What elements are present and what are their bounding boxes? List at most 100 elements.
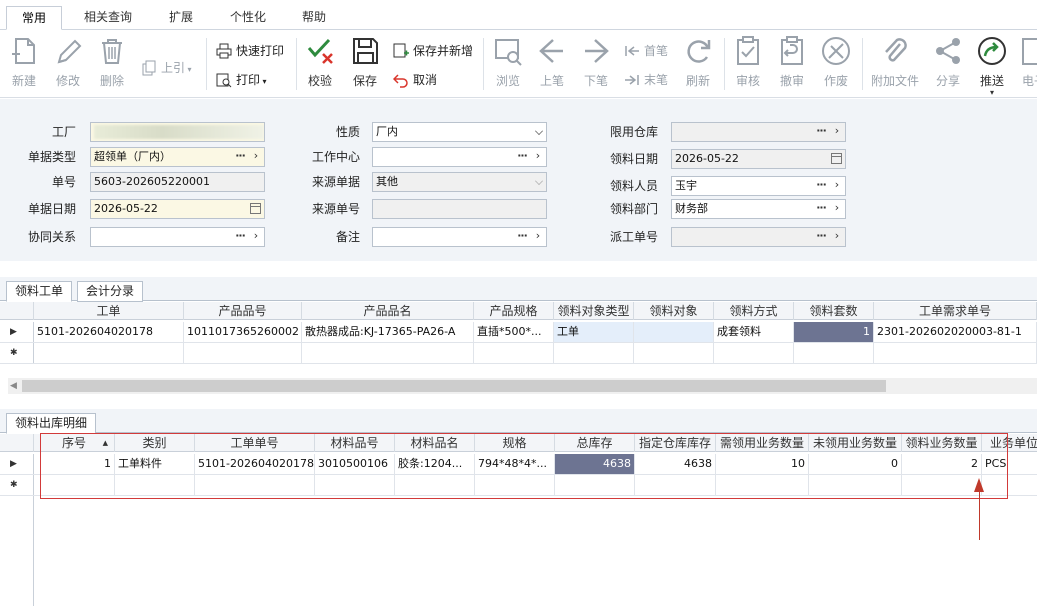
more-icon[interactable]: ··· — [514, 228, 530, 245]
cell-demand-no[interactable]: 2301-202602020003-81-1 — [874, 322, 1037, 342]
limit-warehouse-field[interactable]: ··· › — [671, 122, 846, 142]
new-row[interactable]: ✱ — [0, 343, 1037, 364]
more-icon[interactable]: ··· — [232, 148, 248, 165]
void-button[interactable]: 作废 — [816, 34, 856, 92]
tab-pick-work-order[interactable]: 领料工单 — [6, 281, 73, 302]
col-product-no[interactable]: 产品品号 — [184, 302, 302, 320]
save-and-new-button[interactable]: 保存并新增 — [393, 40, 473, 62]
cell-product-no[interactable]: 1011017365260002 — [184, 322, 302, 342]
factory-field[interactable] — [90, 122, 265, 142]
doc-date-field[interactable]: 2026-05-22 — [90, 199, 265, 219]
next-record-button[interactable]: 下笔 — [576, 34, 616, 92]
browse-button[interactable]: 浏览 — [488, 34, 528, 92]
dropdown-arrow-icon[interactable] — [535, 127, 543, 135]
chevron-right-icon[interactable]: › — [831, 123, 843, 140]
chevron-right-icon[interactable]: › — [532, 228, 544, 245]
col-pick-object-type[interactable]: 领料对象类型 — [554, 302, 634, 320]
collab-field[interactable]: ··· › — [90, 227, 265, 247]
col-pick-method[interactable]: 领料方式 — [714, 302, 794, 320]
cell-work-order[interactable]: 5101-202604020178 — [34, 322, 184, 342]
calendar-icon[interactable] — [250, 203, 261, 214]
empty-cell[interactable] — [874, 343, 1037, 363]
scrollbar-thumb[interactable] — [22, 380, 886, 392]
more-icon[interactable]: ··· — [232, 228, 248, 245]
calendar-icon[interactable] — [831, 153, 842, 164]
refresh-button[interactable]: 刷新 — [678, 34, 718, 92]
attach-file-button[interactable]: 附加文件 — [870, 34, 920, 92]
empty-cell[interactable] — [554, 343, 634, 363]
nature-select[interactable]: 厂内 — [372, 122, 547, 142]
col-demand-no[interactable]: 工单需求单号 — [874, 302, 1037, 320]
prev-record-button[interactable]: 上笔 — [532, 34, 572, 92]
more-icon[interactable]: ··· — [813, 200, 829, 217]
empty-cell[interactable] — [794, 343, 874, 363]
approve-button[interactable]: 审核 — [728, 34, 768, 92]
more-icon[interactable]: ··· — [813, 123, 829, 140]
empty-cell[interactable] — [184, 343, 302, 363]
empty-cell[interactable] — [302, 343, 474, 363]
doc-type-field[interactable]: 超领单（厂内） ··· › — [90, 147, 265, 167]
work-center-field[interactable]: ··· › — [372, 147, 547, 167]
chevron-right-icon[interactable]: › — [250, 228, 262, 245]
chevron-right-icon[interactable]: › — [831, 177, 843, 194]
horizontal-scrollbar[interactable]: ◀ — [8, 378, 1037, 394]
tab-extend[interactable]: 扩展 — [154, 6, 208, 30]
quick-print-button[interactable]: 快速打印 — [216, 40, 284, 62]
empty-cell[interactable] — [34, 343, 184, 363]
chevron-right-icon[interactable]: › — [250, 148, 262, 165]
delete-button[interactable]: 删除 — [92, 34, 132, 92]
dropdown-arrow-icon[interactable] — [535, 177, 543, 185]
dept-field[interactable]: 财务部 ··· › — [671, 199, 846, 219]
source-no-field[interactable] — [372, 199, 547, 219]
more-icon[interactable]: ··· — [514, 148, 530, 165]
cell-product-spec[interactable]: 直插*500*... — [474, 322, 554, 342]
remark-field[interactable]: ··· › — [372, 227, 547, 247]
chevron-right-icon[interactable]: › — [532, 148, 544, 165]
push-button[interactable]: 推送 ▾ — [972, 34, 1012, 97]
scroll-left-icon[interactable]: ◀ — [10, 381, 17, 391]
grid-header: 工单 产品品号 产品品名 产品规格 领料对象类型 领料对象 领料方式 领料套数 … — [0, 302, 1037, 320]
chevron-right-icon[interactable]: › — [831, 228, 843, 245]
dispatch-no-field[interactable]: ··· › — [671, 227, 846, 247]
cell-pick-method[interactable]: 成套领料 — [714, 322, 794, 342]
unapprove-button[interactable]: 撤审 — [772, 34, 812, 92]
source-doc-select[interactable]: 其他 — [372, 172, 547, 192]
save-button[interactable]: 保存 — [345, 34, 385, 92]
empty-cell[interactable] — [634, 343, 714, 363]
table-row[interactable]: ▶ 5101-202604020178 1011017365260002 散热器… — [0, 322, 1037, 343]
col-work-order[interactable]: 工单 — [34, 302, 184, 320]
last-record-button[interactable]: 末笔 — [624, 69, 668, 91]
tab-related-query[interactable]: 相关查询 — [74, 6, 142, 30]
edit-button[interactable]: 修改 — [48, 34, 88, 92]
cell-pick-object-type[interactable]: 工单 — [554, 322, 634, 342]
new-button[interactable]: 新建 — [4, 34, 44, 92]
cell-pick-sets[interactable]: 1 — [794, 322, 874, 342]
col-product-spec[interactable]: 产品规格 — [474, 302, 554, 320]
more-icon[interactable]: ··· — [813, 228, 829, 245]
chevron-right-icon[interactable]: › — [831, 200, 843, 217]
verify-button[interactable]: 校验 — [300, 34, 340, 92]
tab-issue-detail[interactable]: 领料出库明细 — [6, 413, 97, 434]
print-button[interactable]: 打印 ▾ — [216, 69, 267, 91]
remark-label: 备注 — [335, 230, 360, 244]
col-pick-object[interactable]: 领料对象 — [634, 302, 714, 320]
empty-cell[interactable] — [474, 343, 554, 363]
empty-cell[interactable] — [714, 343, 794, 363]
pull-up-button[interactable]: 上引 ▾ — [141, 57, 192, 79]
first-record-button[interactable]: 首笔 — [624, 40, 668, 62]
tab-personalize[interactable]: 个性化 — [220, 6, 276, 30]
tab-accounting-entry[interactable]: 会计分录 — [77, 281, 144, 302]
electronic-button[interactable]: 电子 — [1014, 34, 1037, 92]
col-pick-sets[interactable]: 领料套数 — [794, 302, 874, 320]
tab-common[interactable]: 常用 — [6, 6, 62, 30]
tab-help[interactable]: 帮助 — [288, 6, 340, 30]
more-icon[interactable]: ··· — [813, 177, 829, 194]
col-product-name[interactable]: 产品品名 — [302, 302, 474, 320]
cancel-button[interactable]: 取消 — [393, 69, 437, 91]
cell-pick-object[interactable] — [634, 322, 714, 342]
pick-date-field[interactable]: 2026-05-22 — [671, 149, 846, 169]
doc-no-field[interactable]: 5603-202605220001 — [90, 172, 265, 192]
cell-product-name[interactable]: 散热器成品:KJ-17365-PA26-A — [302, 322, 474, 342]
picker-field[interactable]: 玉宇 ··· › — [671, 176, 846, 196]
share-button[interactable]: 分享 — [928, 34, 968, 92]
